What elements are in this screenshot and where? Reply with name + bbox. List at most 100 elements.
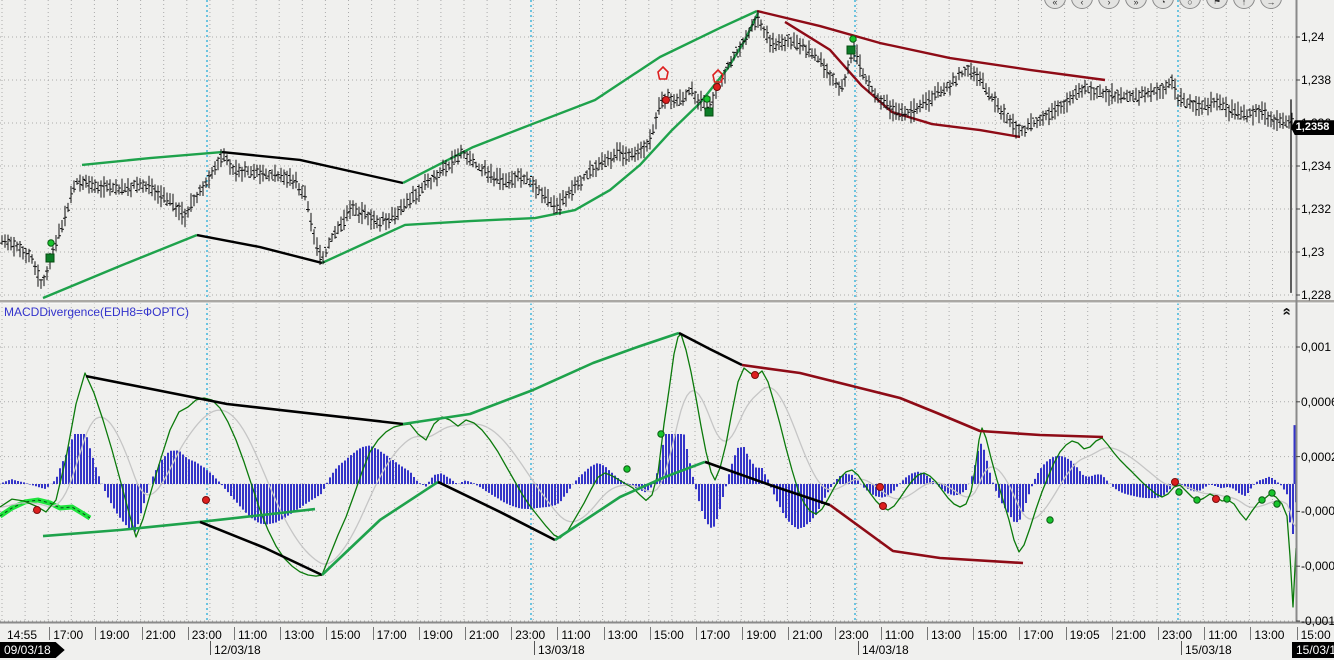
- time-label: 21:00: [146, 628, 176, 642]
- time-label: 13:00: [1254, 628, 1284, 642]
- time-label: 19:00: [99, 628, 129, 642]
- time-label: 21:00: [469, 628, 499, 642]
- channel-green-upper-1: [82, 152, 222, 165]
- time-label: 17:00: [700, 628, 730, 642]
- chart-canvas[interactable]: [0, 0, 1334, 660]
- time-label: 13:00: [284, 628, 314, 642]
- green-dot-marker: [1259, 497, 1265, 503]
- macd-maroon-lower: [830, 505, 1023, 563]
- highlight-segment: [0, 500, 90, 518]
- channel-black-lower-1: [197, 235, 322, 263]
- time-tick: [835, 627, 836, 640]
- time-label: 15:00: [330, 628, 360, 642]
- time-label: 11:00: [885, 628, 914, 642]
- macd-panel: [0, 303, 1296, 622]
- green-dot-marker: [1047, 517, 1053, 523]
- time-tick: [650, 627, 651, 640]
- go-to-end-icon: →: [1267, 0, 1276, 7]
- red-dot-marker: [203, 497, 210, 504]
- red-dot-marker: [880, 503, 887, 510]
- time-tick: [188, 627, 189, 640]
- green-dot-marker: [850, 36, 856, 42]
- channel-green-lower-2: [322, 13, 758, 263]
- time-label: 15:00: [977, 628, 1007, 642]
- price-axis-label: 1,232: [1301, 202, 1331, 216]
- last-price-value: 1,2358: [1296, 121, 1330, 133]
- time-tick: [373, 627, 374, 640]
- time-label: 17:00: [377, 628, 407, 642]
- time-tick: [1066, 627, 1067, 640]
- time-tick: [511, 627, 512, 640]
- scroll-right-icon: ›: [1108, 0, 1111, 7]
- red-flag-marker: [658, 67, 668, 79]
- macd-axis-label: 0,0006: [1301, 395, 1334, 409]
- time-tick: [326, 627, 327, 640]
- time-tick: [973, 627, 974, 640]
- time-label: 17:00: [53, 628, 83, 642]
- time-label: 19:05: [1070, 628, 1100, 642]
- indicator-label: MACDDivergence(EDH8=ФОРТС): [4, 305, 189, 319]
- time-tick: [1112, 627, 1113, 640]
- time-tick: [280, 627, 281, 640]
- time-label: 17:00: [1023, 628, 1053, 642]
- time-tick: [1019, 627, 1020, 640]
- time-tick: [1250, 627, 1251, 640]
- time-label: 13:00: [608, 628, 638, 642]
- time-label: 23:00: [515, 628, 545, 642]
- date-label: 14/03/18: [862, 643, 909, 657]
- green-dot-marker: [658, 431, 664, 437]
- zoom-out-icon: ◔: [1160, 0, 1165, 7]
- time-tick: [465, 627, 466, 640]
- green-dot-marker: [1224, 496, 1230, 502]
- time-label: 15:00: [1301, 628, 1331, 642]
- price-axis-label: 1,24: [1301, 30, 1324, 44]
- time-label: 21:00: [792, 628, 822, 642]
- date-label: 13/03/18: [538, 643, 585, 657]
- red-dot-marker: [877, 484, 884, 491]
- time-tick: [95, 627, 96, 640]
- red-dot-marker: [752, 372, 759, 379]
- date-tick: [210, 641, 211, 655]
- zoom-in-icon: ○: [1187, 0, 1192, 7]
- red-dot-marker: [663, 97, 670, 104]
- date-tick: [858, 641, 859, 655]
- green-dot-marker: [1176, 489, 1182, 495]
- time-tick: [1158, 627, 1159, 640]
- date-tag: 09/03/18: [0, 642, 65, 658]
- channel-black-upper-1: [222, 152, 403, 183]
- time-tick: [604, 627, 605, 640]
- chevron-up-icon: »: [1278, 309, 1295, 315]
- price-panel: [0, 0, 1296, 300]
- scroll-left-icon: ‹: [1081, 0, 1084, 7]
- time-label: 19:00: [746, 628, 776, 642]
- price-axis-label: 1,234: [1301, 159, 1331, 173]
- cursor-icon: ↑: [1242, 0, 1247, 7]
- macd-histogram: [3, 425, 1296, 534]
- date-label: 15/03/18: [1185, 643, 1232, 657]
- time-label: 11:00: [561, 628, 590, 642]
- red-dot-marker: [34, 507, 41, 514]
- macd-green-lower-2: [322, 482, 438, 575]
- time-tick: [742, 627, 743, 640]
- macd-axis-label: 0,001: [1301, 340, 1331, 354]
- ohlc-bars: [0, 11, 1294, 289]
- time-label: 23:00: [192, 628, 222, 642]
- red-dot-marker: [1172, 479, 1179, 486]
- time-label: 15:00: [654, 628, 684, 642]
- scroll-left-fast-icon: «: [1052, 0, 1057, 7]
- macd-maroon-upper: [742, 365, 1103, 437]
- price-axis-label: 1,228: [1301, 288, 1331, 302]
- date-tag: 15/03/18: [1292, 642, 1334, 658]
- macd-black-upper-1: [86, 376, 403, 424]
- collapse-panel-button[interactable]: »: [1277, 303, 1295, 321]
- time-label: 23:00: [839, 628, 869, 642]
- time-tick: [788, 627, 789, 640]
- time-tick: [234, 627, 235, 640]
- green-dot-marker: [624, 466, 630, 472]
- time-tick: [142, 627, 143, 640]
- time-tick: [696, 627, 697, 640]
- trading-chart-window: MACDDivergence(EDH8=ФОРТС) » «‹›»◔○⚑↑→ 1…: [0, 0, 1334, 660]
- time-label: 11:00: [238, 628, 267, 642]
- date-tick: [1181, 641, 1182, 655]
- green-square-marker: [847, 46, 855, 54]
